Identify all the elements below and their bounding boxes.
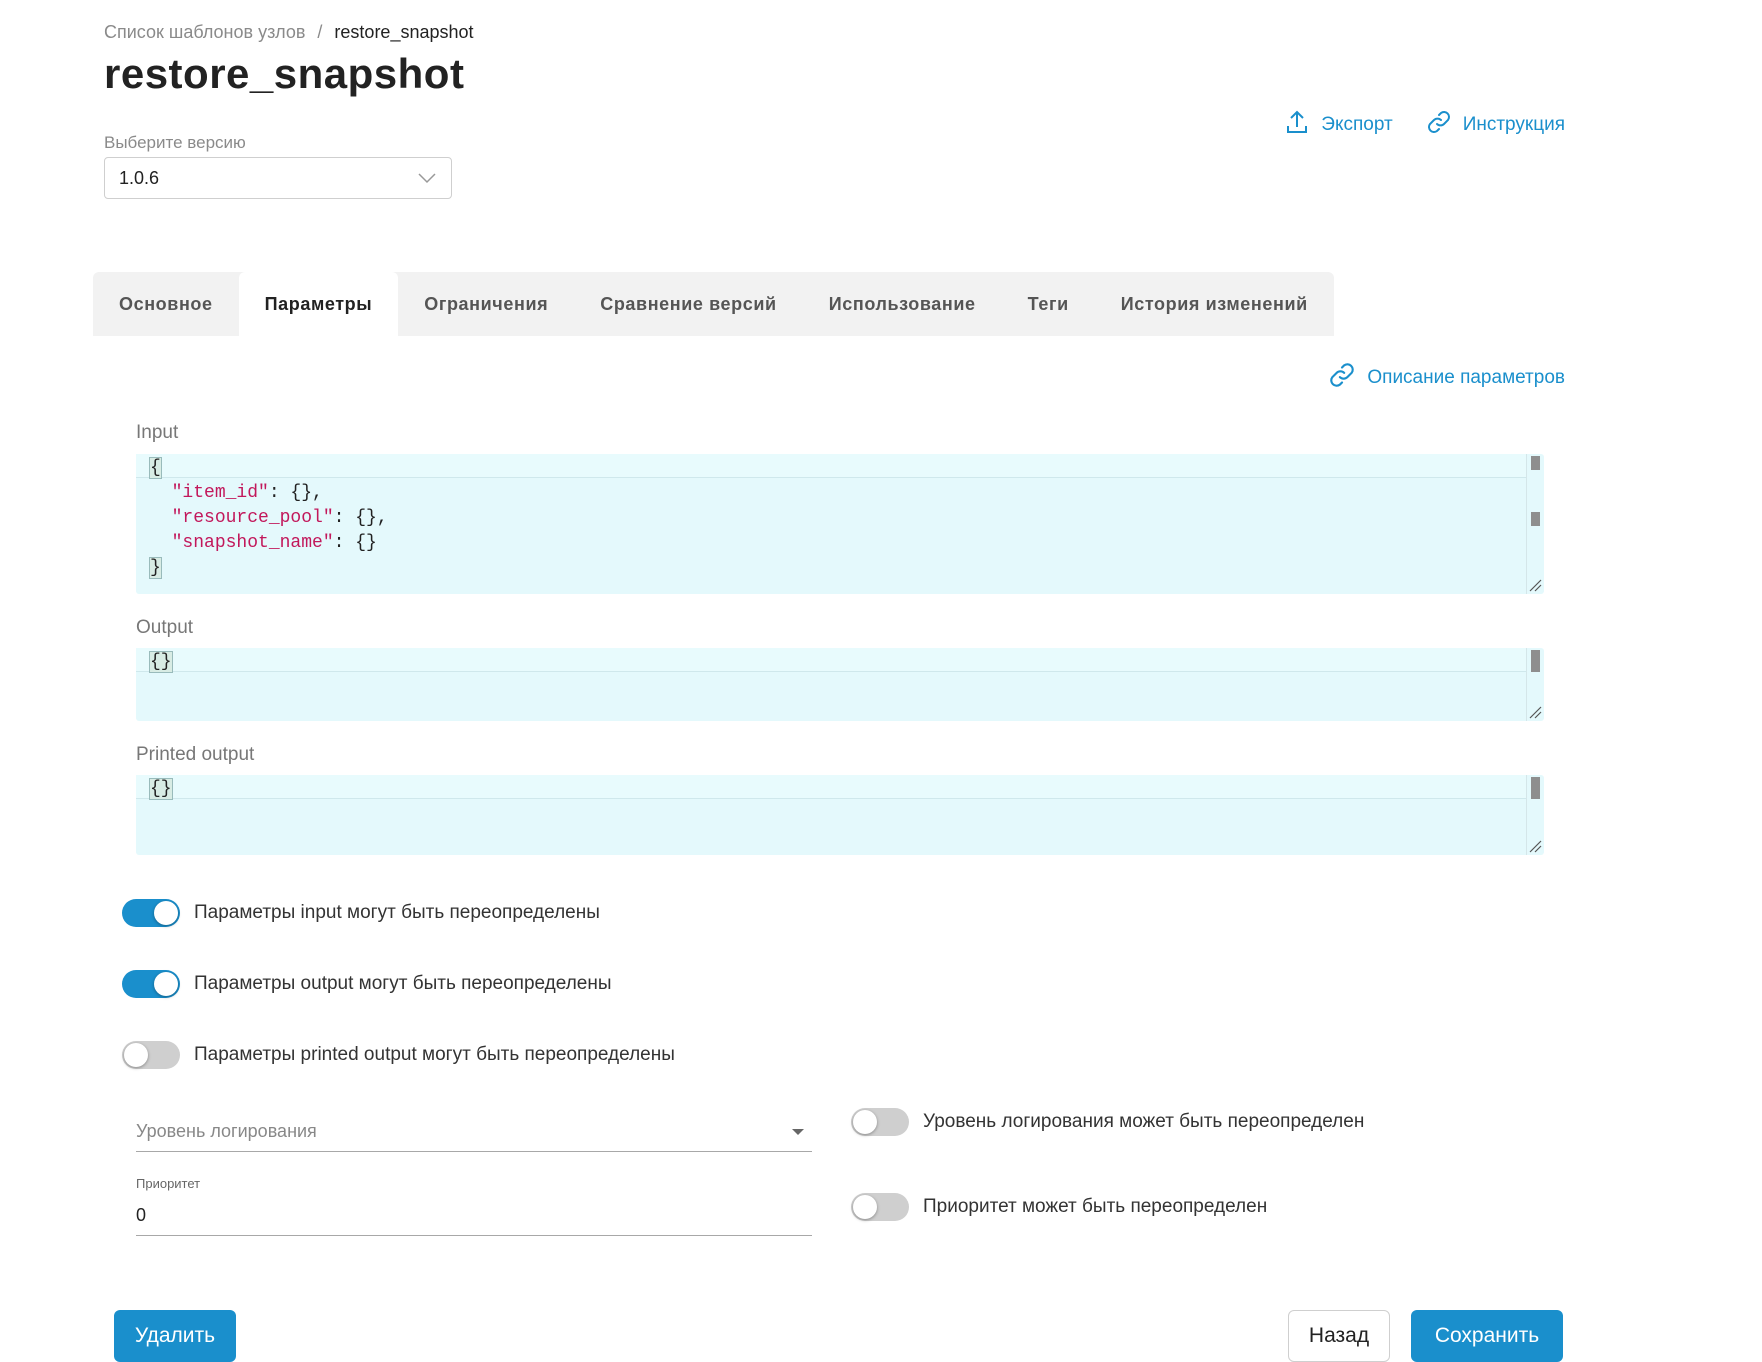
toggle-switch[interactable]	[122, 899, 180, 927]
resize-handle-icon[interactable]	[1528, 839, 1542, 853]
json-value: : {},	[333, 508, 388, 528]
open-brace: {	[149, 457, 162, 479]
json-key: "resource_pool"	[171, 508, 334, 528]
scrollbar-thumb[interactable]	[1531, 650, 1540, 672]
delete-button[interactable]: Удалить	[114, 1310, 236, 1362]
tab-history[interactable]: История изменений	[1095, 272, 1334, 336]
toggle-knob	[154, 972, 178, 996]
link-icon	[1425, 108, 1453, 142]
toggle-knob	[853, 1195, 877, 1219]
instruction-link[interactable]: Инструкция	[1425, 108, 1565, 142]
active-line-highlight	[136, 648, 1526, 672]
output-code: {}	[149, 650, 173, 675]
printed-output-code: {}	[149, 777, 173, 802]
version-value: 1.0.6	[119, 167, 160, 188]
printed-output-value: {}	[149, 778, 173, 800]
export-button[interactable]: Экспорт	[1283, 108, 1393, 142]
output-label: Output	[136, 617, 194, 638]
toggle-logging-override: Уровень логирования может быть переопред…	[851, 1108, 1364, 1136]
param-description-label: Описание параметров	[1367, 367, 1565, 388]
printed-output-editor[interactable]: {}	[136, 775, 1544, 855]
json-key: "snapshot_name"	[171, 533, 334, 553]
breadcrumb-current: restore_snapshot	[334, 22, 474, 42]
json-key: "item_id"	[171, 483, 269, 503]
toggle-knob	[853, 1110, 877, 1134]
resize-handle-icon[interactable]	[1528, 705, 1542, 719]
breadcrumb-parent-link[interactable]: Список шаблонов узлов	[104, 22, 305, 43]
active-line-highlight	[136, 775, 1526, 799]
param-description-link[interactable]: Описание параметров	[1327, 360, 1565, 396]
chevron-down-icon	[417, 168, 437, 189]
toggle-label: Уровень логирования может быть переопред…	[923, 1111, 1365, 1132]
caret-down-icon	[792, 1128, 804, 1135]
breadcrumb: Список шаблонов узлов / restore_snapshot	[104, 22, 474, 43]
tabs: Основное Параметры Ограничения Сравнение…	[93, 272, 1334, 336]
toggle-priority-override: Приоритет может быть переопределен	[851, 1193, 1267, 1221]
input-editor[interactable]: { "item_id": {}, "resource_pool": {}, "s…	[136, 454, 1544, 594]
tab-restrictions[interactable]: Ограничения	[398, 272, 574, 336]
input-label: Input	[136, 422, 179, 443]
tab-usage[interactable]: Использование	[803, 272, 1002, 336]
upload-icon	[1283, 108, 1311, 142]
scrollbar-thumb[interactable]	[1531, 512, 1540, 526]
toggle-label: Параметры input могут быть переопределен…	[194, 902, 600, 923]
close-brace: }	[149, 557, 162, 579]
toggle-switch[interactable]	[851, 1193, 909, 1221]
version-select[interactable]: 1.0.6	[104, 157, 452, 199]
toggle-switch[interactable]	[122, 970, 180, 998]
priority-input[interactable]: 0	[136, 1196, 812, 1236]
toggle-output-override: Параметры output могут быть переопределе…	[122, 970, 612, 998]
printed-output-label: Printed output	[136, 744, 255, 765]
resize-handle-icon[interactable]	[1528, 578, 1542, 592]
priority-label: Приоритет	[136, 1176, 201, 1191]
breadcrumb-separator: /	[317, 22, 323, 42]
json-value: : {},	[268, 483, 323, 503]
instruction-label: Инструкция	[1462, 114, 1565, 135]
link-icon	[1327, 360, 1357, 396]
export-label: Экспорт	[1321, 114, 1393, 135]
tab-tags[interactable]: Теги	[1002, 272, 1095, 336]
toggle-label: Приоритет может быть переопределен	[923, 1196, 1268, 1217]
editor-scrollbar[interactable]	[1526, 454, 1544, 594]
logging-level-select[interactable]: Уровень логирования	[136, 1112, 812, 1152]
page-title: restore_snapshot	[104, 50, 465, 97]
toggle-knob	[154, 901, 178, 925]
output-editor[interactable]: {}	[136, 648, 1544, 721]
toggle-label: Параметры output могут быть переопределе…	[194, 973, 612, 994]
json-value: : {}	[333, 533, 377, 553]
back-button[interactable]: Назад	[1288, 1310, 1390, 1362]
input-code: { "item_id": {}, "resource_pool": {}, "s…	[149, 456, 388, 581]
toggle-switch[interactable]	[122, 1041, 180, 1069]
tab-main[interactable]: Основное	[93, 272, 239, 336]
toggle-switch[interactable]	[851, 1108, 909, 1136]
output-value: {}	[149, 651, 173, 673]
toggle-label: Параметры printed output могут быть пере…	[194, 1044, 675, 1065]
logging-level-placeholder: Уровень логирования	[136, 1121, 317, 1141]
toggle-input-override: Параметры input могут быть переопределен…	[122, 899, 600, 927]
scrollbar-thumb[interactable]	[1531, 456, 1540, 470]
tab-parameters[interactable]: Параметры	[238, 272, 399, 336]
scrollbar-thumb[interactable]	[1531, 777, 1540, 799]
top-actions: Экспорт Инструкция	[1283, 108, 1565, 142]
tab-version-compare[interactable]: Сравнение версий	[574, 272, 802, 336]
toggle-knob	[124, 1043, 148, 1067]
save-button[interactable]: Сохранить	[1411, 1310, 1563, 1362]
toggle-printed-output-override: Параметры printed output могут быть пере…	[122, 1041, 675, 1069]
version-label: Выберите версию	[104, 133, 246, 152]
